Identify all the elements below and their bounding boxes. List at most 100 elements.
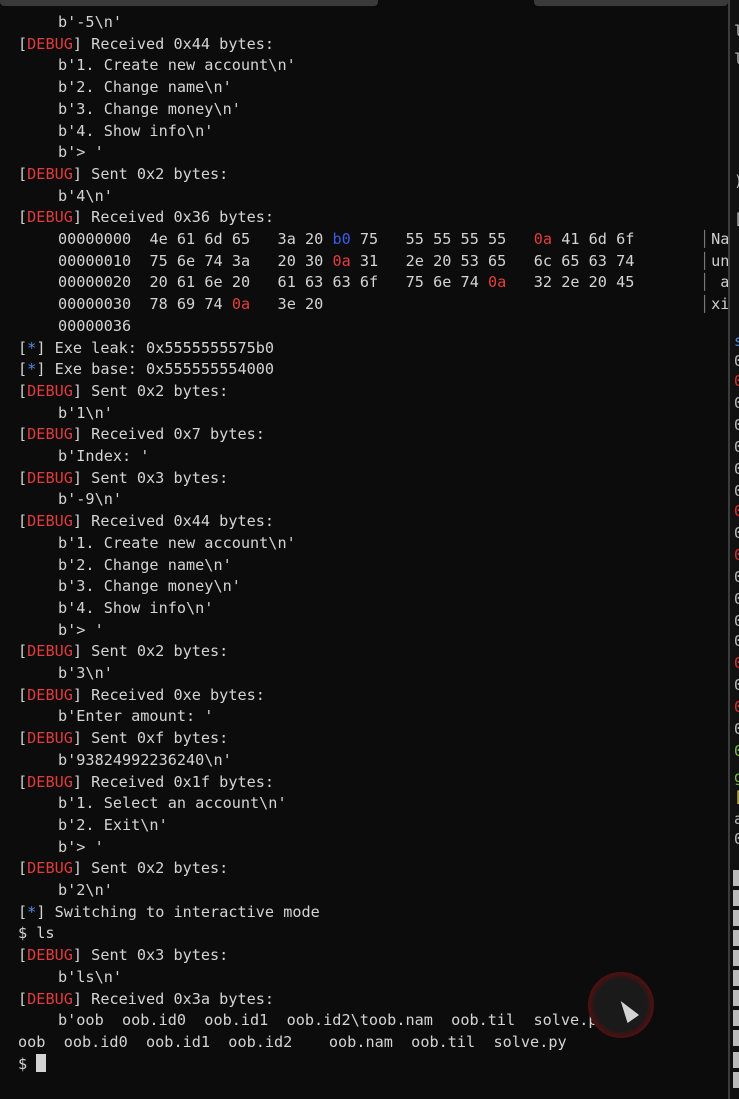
log-text: Sent 0xf bytes: — [82, 729, 229, 748]
log-tag: [DEBUG] — [18, 946, 83, 965]
side-pane-char: ) — [734, 172, 739, 190]
output-bytes-line: b'2. Change name\n' — [58, 555, 232, 574]
debug-log-line: [DEBUG] Received 0x36 bytes: — [18, 207, 274, 229]
log-tag: [DEBUG] — [18, 381, 83, 400]
log-tag: [DEBUG] — [18, 425, 83, 444]
side-pane-char: 0 — [734, 698, 739, 716]
debug-log-line: [DEBUG] Received 0x44 bytes: — [18, 34, 274, 56]
side-pane-char: 0 — [734, 438, 739, 456]
side-pane-char: s — [734, 332, 739, 350]
hexdump-row: 00000010 75 6e 74 3a 20 30 0a 31 2e 20 5… — [58, 251, 634, 273]
output-bytes-line: b'> ' — [58, 143, 104, 162]
hex-byte: 20 — [305, 230, 324, 248]
hex-byte: 3e — [277, 295, 296, 314]
hex-byte: 20 — [588, 273, 607, 292]
info-log-line: [*] Exe leak: 0x5555555575b0 — [18, 338, 274, 360]
hex-offset: 00000000 — [58, 230, 132, 248]
log-tag: [*] — [18, 360, 46, 379]
hex-byte: 61 — [176, 273, 196, 292]
tab-terminal-2[interactable] — [534, 0, 728, 6]
side-pane-char: g — [734, 768, 739, 786]
side-pane-char: 0 — [734, 524, 739, 542]
side-pane-block — [733, 910, 739, 926]
debug-log-line: [DEBUG] Received 0x7 bytes: — [18, 424, 265, 446]
debug-log-line: [DEBUG] Sent 0xf bytes: — [18, 728, 228, 750]
log-text: Sent 0x2 bytes: — [82, 381, 229, 400]
log-text: Sent 0x2 bytes: — [82, 859, 229, 878]
hex-byte: 65 — [488, 251, 507, 270]
side-pane-char: 0 — [734, 416, 739, 434]
hex-byte: b0 — [332, 230, 351, 248]
log-text: Sent 0x3 bytes: — [82, 468, 229, 487]
hex-byte: 65 — [561, 251, 580, 270]
side-pane-char: 0 — [734, 676, 739, 694]
hex-byte: 78 — [149, 295, 168, 314]
output-bytes-line: b'ls\n' — [58, 967, 123, 986]
side-pane-block — [733, 1030, 739, 1046]
debug-log-line: [DEBUG] Received 0x1f bytes: — [18, 772, 274, 794]
terminal-output: b'-5\n' [DEBUG] Received 0x44 bytes: b'1. … — [0, 12, 728, 1099]
side-terminal-pane[interactable]: ll) [s 0 0 0 0 0 0 0 0 0 0 0 0 0 0 0 0 0 0 0 g [a 0 — [728, 0, 739, 1099]
tab-terminal-1[interactable] — [0, 0, 378, 6]
output-bytes-line: b'-5\n' — [58, 13, 123, 31]
text-cursor — [36, 1053, 47, 1072]
hex-byte: 75 — [405, 273, 424, 292]
side-pane-block — [733, 990, 739, 1006]
hex-byte: 30 — [305, 251, 324, 270]
info-log-line: [*] Exe base: 0x555555554000 — [18, 359, 274, 381]
side-pane-char: 0 — [734, 568, 739, 586]
log-tag: [DEBUG] — [18, 989, 83, 1008]
hex-byte: 6c — [533, 251, 553, 270]
hex-byte: 6d — [588, 230, 607, 248]
hex-byte: 0a — [231, 295, 251, 314]
side-pane-char: 0 — [734, 460, 739, 478]
hex-byte: 69 — [176, 295, 196, 314]
hex-byte: 55 — [405, 230, 424, 248]
hex-byte: 74 — [204, 295, 223, 314]
output-bytes-line: b'3. Change money\n' — [58, 99, 241, 118]
output-bytes-line: b'-9\n' — [58, 490, 123, 509]
side-pane-block — [733, 1052, 739, 1068]
log-text: Received 0x44 bytes: — [82, 34, 275, 53]
hex-byte: 20 — [277, 251, 296, 270]
output-bytes-line: b'1\n' — [58, 403, 113, 422]
side-pane-block — [733, 930, 739, 946]
log-tag: [DEBUG] — [18, 208, 83, 227]
hex-byte: 65 — [231, 230, 251, 248]
shell-prompt[interactable]: $ — [18, 1053, 47, 1076]
output-bytes-line: b'4. Show info\n' — [58, 598, 214, 617]
hex-byte: 74 — [616, 251, 635, 270]
debug-log-line: [DEBUG] Sent 0x3 bytes: — [18, 468, 228, 490]
hex-ascii: ar — [700, 272, 728, 294]
hexdump-row: 00000000 4e 61 6d 65 3a 20 b0 75 55 55 5… — [58, 229, 634, 251]
log-text: Switching to interactive mode — [45, 902, 320, 921]
hex-byte: 55 — [488, 230, 507, 248]
log-tag: [*] — [18, 338, 46, 357]
info-log-line: [*] Switching to interactive mode — [18, 902, 320, 924]
log-tag: [DEBUG] — [18, 685, 83, 704]
log-tag: [DEBUG] — [18, 468, 83, 487]
hex-byte: 0a — [533, 230, 553, 248]
hex-ascii: Nam — [700, 229, 728, 251]
output-bytes-line: b'3. Change money\n' — [58, 577, 241, 596]
hex-byte: 74 — [204, 251, 223, 270]
side-pane-char: 0 — [734, 502, 739, 520]
hex-byte: 6f — [616, 230, 635, 248]
hex-byte: 0a — [332, 251, 351, 270]
side-pane-char: 0 — [734, 546, 739, 564]
hex-byte: 20 — [231, 273, 251, 292]
debug-log-line: [DEBUG] Sent 0x2 bytes: — [18, 858, 228, 880]
hex-byte: 41 — [561, 230, 580, 248]
debug-log-line: [DEBUG] Received 0x44 bytes: — [18, 511, 274, 533]
log-text: Received 0x3a bytes: — [82, 989, 275, 1008]
side-pane-char: 0 — [734, 632, 739, 650]
side-pane-block — [733, 950, 739, 966]
side-pane-char: l — [734, 50, 739, 68]
log-tag: [DEBUG] — [18, 729, 83, 748]
side-pane-block — [733, 870, 739, 886]
hex-offset: 00000030 — [58, 295, 132, 314]
log-text: Received 0xe bytes: — [82, 685, 265, 704]
output-bytes-line: b'Index: ' — [58, 447, 150, 465]
output-bytes-line: b'3\n' — [58, 664, 113, 682]
hex-byte: 63 — [305, 273, 324, 292]
